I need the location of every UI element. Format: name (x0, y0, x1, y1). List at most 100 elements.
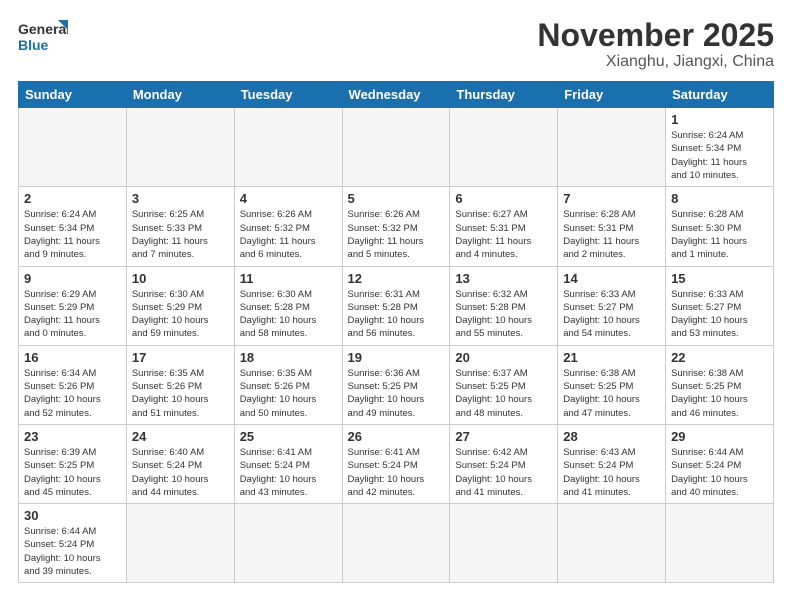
table-row (666, 504, 774, 583)
day-info: Sunrise: 6:33 AM Sunset: 5:27 PM Dayligh… (671, 288, 768, 341)
day-info: Sunrise: 6:25 AM Sunset: 5:33 PM Dayligh… (132, 208, 229, 261)
day-info: Sunrise: 6:44 AM Sunset: 5:24 PM Dayligh… (24, 525, 121, 578)
table-row (342, 504, 450, 583)
weekday-tuesday: Tuesday (234, 82, 342, 108)
day-info: Sunrise: 6:35 AM Sunset: 5:26 PM Dayligh… (132, 367, 229, 420)
svg-text:General: General (18, 21, 68, 37)
table-row: 6 Sunrise: 6:27 AM Sunset: 5:31 PM Daylig… (450, 187, 558, 266)
day-info: Sunrise: 6:28 AM Sunset: 5:31 PM Dayligh… (563, 208, 660, 261)
day-number: 16 (24, 350, 121, 365)
day-info: Sunrise: 6:30 AM Sunset: 5:28 PM Dayligh… (240, 288, 337, 341)
day-number: 12 (348, 271, 445, 286)
day-number: 26 (348, 429, 445, 444)
day-number: 19 (348, 350, 445, 365)
day-number: 5 (348, 191, 445, 206)
day-info: Sunrise: 6:33 AM Sunset: 5:27 PM Dayligh… (563, 288, 660, 341)
table-row (234, 108, 342, 187)
table-row: 16 Sunrise: 6:34 AM Sunset: 5:26 PM Dayli… (19, 345, 127, 424)
table-row: 17 Sunrise: 6:35 AM Sunset: 5:26 PM Dayli… (126, 345, 234, 424)
table-row: 27 Sunrise: 6:42 AM Sunset: 5:24 PM Dayli… (450, 424, 558, 503)
day-number: 8 (671, 191, 768, 206)
day-number: 27 (455, 429, 552, 444)
table-row: 26Sunrise: 6:41 AM Sunset: 5:24 PM Dayli… (342, 424, 450, 503)
day-info: Sunrise: 6:26 AM Sunset: 5:32 PM Dayligh… (348, 208, 445, 261)
day-info: Sunrise: 6:27 AM Sunset: 5:31 PM Dayligh… (455, 208, 552, 261)
table-row (126, 504, 234, 583)
day-number: 20 (455, 350, 552, 365)
table-row (342, 108, 450, 187)
day-info: Sunrise: 6:36 AM Sunset: 5:25 PM Dayligh… (348, 367, 445, 420)
table-row (126, 108, 234, 187)
day-number: 17 (132, 350, 229, 365)
weekday-friday: Friday (558, 82, 666, 108)
day-number: 22 (671, 350, 768, 365)
table-row: 21Sunrise: 6:38 AM Sunset: 5:25 PM Dayli… (558, 345, 666, 424)
table-row: 19 Sunrise: 6:36 AM Sunset: 5:25 PM Dayli… (342, 345, 450, 424)
table-row: 23Sunrise: 6:39 AM Sunset: 5:25 PM Dayli… (19, 424, 127, 503)
table-row: 7 Sunrise: 6:28 AM Sunset: 5:31 PM Daylig… (558, 187, 666, 266)
table-row (450, 108, 558, 187)
table-row: 5 Sunrise: 6:26 AM Sunset: 5:32 PM Daylig… (342, 187, 450, 266)
day-number: 29 (671, 429, 768, 444)
day-info: Sunrise: 6:43 AM Sunset: 5:24 PM Dayligh… (563, 446, 660, 499)
day-info: Sunrise: 6:40 AM Sunset: 5:24 PM Dayligh… (132, 446, 229, 499)
day-number: 30 (24, 508, 121, 523)
day-info: Sunrise: 6:38 AM Sunset: 5:25 PM Dayligh… (563, 367, 660, 420)
table-row: 29 Sunrise: 6:44 AM Sunset: 5:24 PM Dayli… (666, 424, 774, 503)
day-number: 6 (455, 191, 552, 206)
title-block: November 2025 Xianghu, Jiangxi, China (537, 18, 774, 71)
table-row (234, 504, 342, 583)
day-number: 3 (132, 191, 229, 206)
table-row: 28 Sunrise: 6:43 AM Sunset: 5:24 PM Dayli… (558, 424, 666, 503)
table-row: 11 Sunrise: 6:30 AM Sunset: 5:28 PM Dayli… (234, 266, 342, 345)
day-info: Sunrise: 6:42 AM Sunset: 5:24 PM Dayligh… (455, 446, 552, 499)
table-row: 30 Sunrise: 6:44 AM Sunset: 5:24 PM Dayli… (19, 504, 127, 583)
table-row: 24 Sunrise: 6:40 AM Sunset: 5:24 PM Dayli… (126, 424, 234, 503)
day-number: 24 (132, 429, 229, 444)
table-row: 13Sunrise: 6:32 AM Sunset: 5:28 PM Dayli… (450, 266, 558, 345)
day-number: 10 (132, 271, 229, 286)
table-row: 1Sunrise: 6:24 AM Sunset: 5:34 PM Daylig… (666, 108, 774, 187)
table-row: 25Sunrise: 6:41 AM Sunset: 5:24 PM Dayli… (234, 424, 342, 503)
day-number: 9 (24, 271, 121, 286)
calendar-subtitle: Xianghu, Jiangxi, China (537, 53, 774, 71)
table-row: 12 Sunrise: 6:31 AM Sunset: 5:28 PM Dayli… (342, 266, 450, 345)
table-row: 9 Sunrise: 6:29 AM Sunset: 5:29 PM Daylig… (19, 266, 127, 345)
day-number: 1 (671, 112, 768, 127)
table-row (450, 504, 558, 583)
day-info: Sunrise: 6:44 AM Sunset: 5:24 PM Dayligh… (671, 446, 768, 499)
day-info: Sunrise: 6:26 AM Sunset: 5:32 PM Dayligh… (240, 208, 337, 261)
weekday-saturday: Saturday (666, 82, 774, 108)
table-row: 10 Sunrise: 6:30 AM Sunset: 5:29 PM Dayli… (126, 266, 234, 345)
weekday-row: Sunday Monday Tuesday Wednesday Thursday… (19, 82, 774, 108)
calendar-header: Sunday Monday Tuesday Wednesday Thursday… (19, 82, 774, 108)
table-row: 15Sunrise: 6:33 AM Sunset: 5:27 PM Dayli… (666, 266, 774, 345)
logo: General Blue (18, 18, 68, 60)
table-row: 22 Sunrise: 6:38 AM Sunset: 5:25 PM Dayli… (666, 345, 774, 424)
day-number: 14 (563, 271, 660, 286)
day-number: 28 (563, 429, 660, 444)
table-row (19, 108, 127, 187)
day-info: Sunrise: 6:35 AM Sunset: 5:26 PM Dayligh… (240, 367, 337, 420)
table-row: 20 Sunrise: 6:37 AM Sunset: 5:25 PM Dayli… (450, 345, 558, 424)
day-number: 4 (240, 191, 337, 206)
weekday-monday: Monday (126, 82, 234, 108)
day-info: Sunrise: 6:29 AM Sunset: 5:29 PM Dayligh… (24, 288, 121, 341)
table-row (558, 108, 666, 187)
day-number: 11 (240, 271, 337, 286)
day-info: Sunrise: 6:37 AM Sunset: 5:25 PM Dayligh… (455, 367, 552, 420)
day-info: Sunrise: 6:31 AM Sunset: 5:28 PM Dayligh… (348, 288, 445, 341)
weekday-thursday: Thursday (450, 82, 558, 108)
table-row: 2Sunrise: 6:24 AM Sunset: 5:34 PM Daylig… (19, 187, 127, 266)
calendar-body: 1Sunrise: 6:24 AM Sunset: 5:34 PM Daylig… (19, 108, 774, 583)
day-info: Sunrise: 6:30 AM Sunset: 5:29 PM Dayligh… (132, 288, 229, 341)
day-info: Sunrise: 6:32 AM Sunset: 5:28 PM Dayligh… (455, 288, 552, 341)
weekday-wednesday: Wednesday (342, 82, 450, 108)
day-number: 25 (240, 429, 337, 444)
day-number: 7 (563, 191, 660, 206)
day-info: Sunrise: 6:38 AM Sunset: 5:25 PM Dayligh… (671, 367, 768, 420)
day-number: 23 (24, 429, 121, 444)
calendar-title: November 2025 (537, 18, 774, 53)
day-info: Sunrise: 6:34 AM Sunset: 5:26 PM Dayligh… (24, 367, 121, 420)
weekday-sunday: Sunday (19, 82, 127, 108)
